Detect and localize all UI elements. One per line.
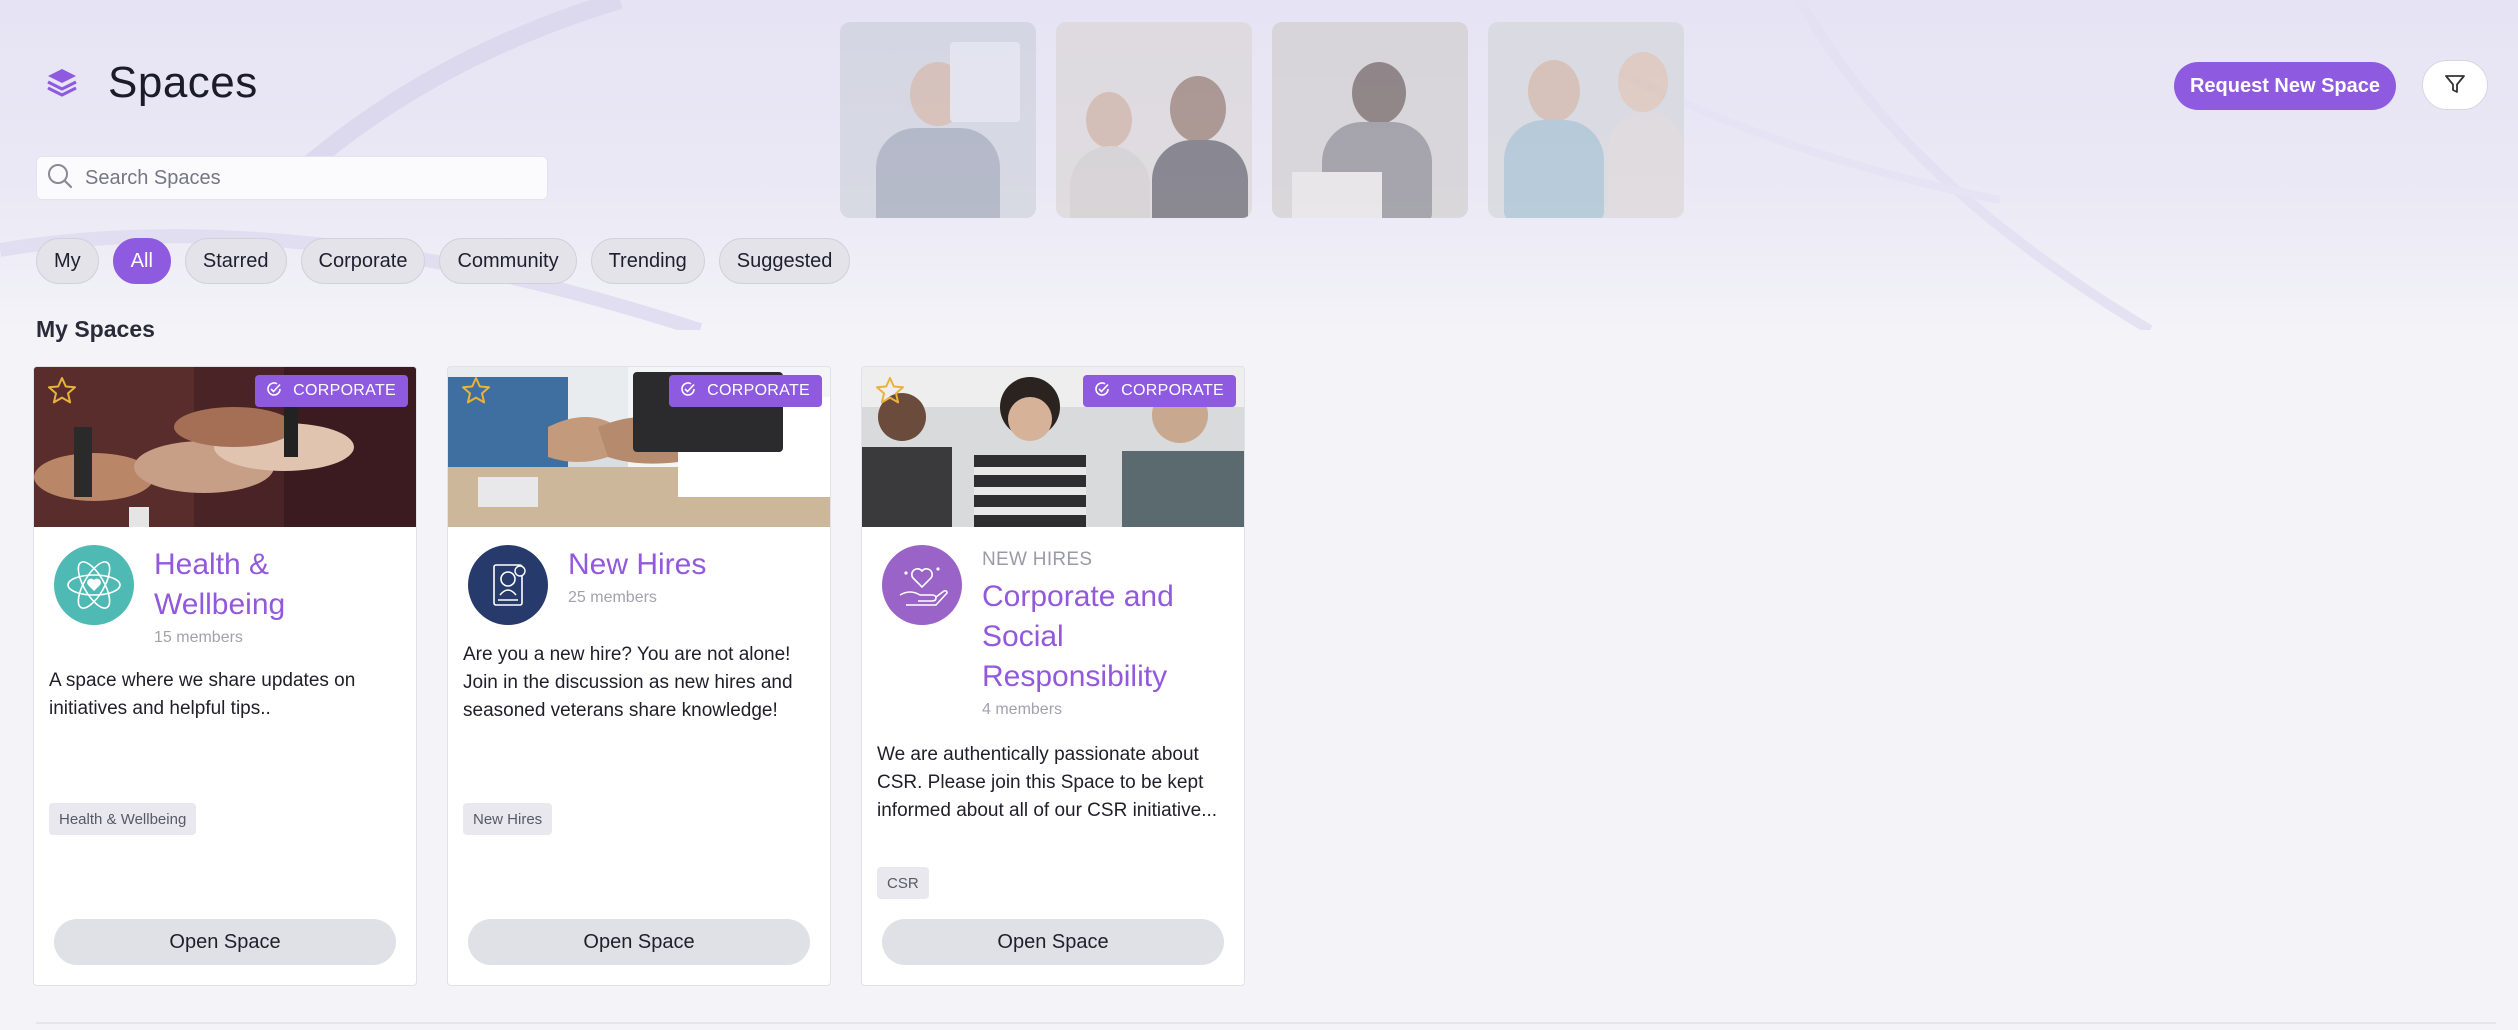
page-header: Spaces <box>44 58 258 108</box>
space-card[interactable]: CORPORATE NEW HIRES Corporate and Social… <box>861 366 1245 986</box>
card-header-text: Health & Wellbeing 15 members <box>154 545 404 647</box>
request-new-space-button[interactable]: Request New Space <box>2174 62 2396 110</box>
badge-label: CORPORATE <box>1121 382 1224 399</box>
card-header-text: NEW HIRES Corporate and Social Responsib… <box>982 545 1232 719</box>
open-space-button[interactable]: Open Space <box>468 919 810 965</box>
badge-label: CORPORATE <box>293 382 396 399</box>
space-category: NEW HIRES <box>982 549 1093 570</box>
check-circle-icon <box>1093 380 1111 403</box>
member-count: 25 members <box>568 589 657 606</box>
star-icon[interactable] <box>874 375 906 407</box>
member-count: 4 members <box>982 701 1063 718</box>
atom-heart-icon <box>54 545 134 625</box>
space-tag[interactable]: New Hires <box>463 803 553 835</box>
member-count: 15 members <box>154 629 243 646</box>
spaces-card-list: CORPORATE Health & Wellbeing 15 members … <box>33 366 1245 986</box>
check-circle-icon <box>679 380 697 403</box>
section-title: My Spaces <box>36 316 155 342</box>
page-title: Spaces <box>108 58 258 107</box>
search-box <box>36 156 548 200</box>
space-tag[interactable]: Health & Wellbeing <box>49 803 197 835</box>
space-tag[interactable]: CSR <box>877 867 929 899</box>
card-header-text: New Hires 25 members <box>568 545 818 625</box>
space-description: A space where we share updates on initia… <box>49 670 356 719</box>
space-title[interactable]: Health & Wellbeing <box>154 545 404 625</box>
layers-icon <box>44 65 80 101</box>
space-description: We are authentically passionate about CS… <box>877 744 1218 821</box>
hero-photo-strip <box>840 22 1684 218</box>
card-body: Health & Wellbeing 15 members A space wh… <box>34 527 416 985</box>
card-body: NEW HIRES Corporate and Social Responsib… <box>862 527 1244 985</box>
filter-pill-trending[interactable]: Trending <box>590 238 705 284</box>
space-title[interactable]: Corporate and Social Responsibility <box>982 577 1232 697</box>
filter-pill-all[interactable]: All <box>112 238 171 284</box>
filter-pill-community[interactable]: Community <box>439 238 577 284</box>
id-document-icon <box>468 545 548 625</box>
hero-photo-1 <box>840 22 1036 218</box>
card-header: NEW HIRES Corporate and Social Responsib… <box>882 545 1232 719</box>
corporate-badge: CORPORATE <box>1083 375 1236 407</box>
space-card[interactable]: CORPORATE Health & Wellbeing 15 members … <box>33 366 417 986</box>
star-icon[interactable] <box>460 375 492 407</box>
corporate-badge: CORPORATE <box>255 375 408 407</box>
filter-icon <box>2443 72 2467 99</box>
badge-label: CORPORATE <box>707 382 810 399</box>
filter-pill-my[interactable]: My <box>36 238 99 284</box>
space-title[interactable]: New Hires <box>568 545 818 585</box>
open-space-button[interactable]: Open Space <box>54 919 396 965</box>
corporate-badge: CORPORATE <box>669 375 822 407</box>
filter-pills: My All Starred Corporate Community Trend… <box>36 238 851 284</box>
filter-pill-starred[interactable]: Starred <box>184 238 287 284</box>
heart-hand-icon <box>882 545 962 625</box>
filter-button[interactable] <box>2422 60 2488 110</box>
card-header: New Hires 25 members <box>468 545 818 625</box>
space-description: Are you a new hire? You are not alone! J… <box>463 644 793 721</box>
filter-pill-corporate[interactable]: Corporate <box>300 238 426 284</box>
spaces-page: Spaces Request New Space My All Starred … <box>0 0 2518 1030</box>
star-icon[interactable] <box>46 375 78 407</box>
card-body: New Hires 25 members Are you a new hire?… <box>448 527 830 985</box>
hero-photo-2 <box>1056 22 1252 218</box>
hero-photo-3 <box>1272 22 1468 218</box>
card-header: Health & Wellbeing 15 members <box>54 545 404 647</box>
search-input[interactable] <box>85 166 547 190</box>
filter-pill-suggested[interactable]: Suggested <box>718 238 851 284</box>
hero-photo-4 <box>1488 22 1684 218</box>
space-card[interactable]: CORPORATE New Hires 25 members Are you a… <box>447 366 831 986</box>
search-icon <box>45 161 75 196</box>
check-circle-icon <box>265 380 283 403</box>
open-space-button[interactable]: Open Space <box>882 919 1224 965</box>
divider <box>36 1022 2496 1024</box>
